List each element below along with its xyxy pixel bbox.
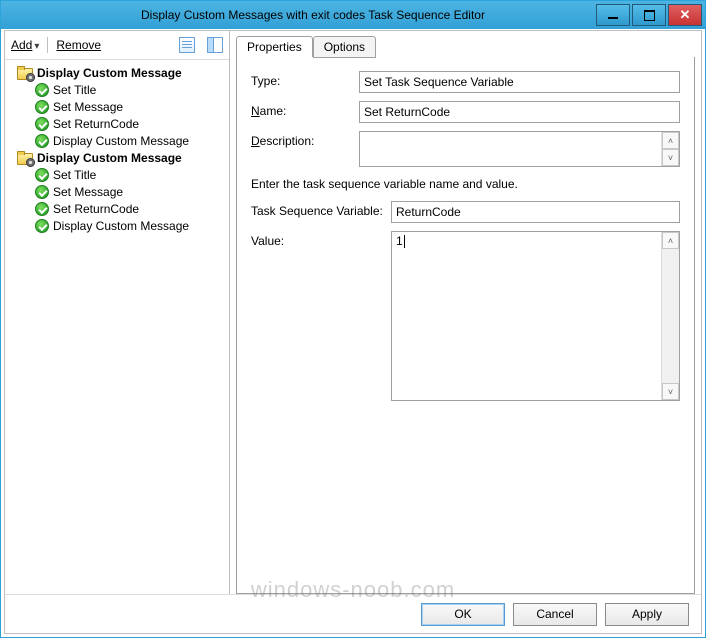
remove-button[interactable]: Remove (56, 38, 101, 52)
tree-node[interactable]: Set Title (7, 166, 227, 183)
tree-node[interactable]: Display Custom Message (7, 149, 227, 166)
check-icon (35, 134, 49, 148)
variable-field[interactable] (391, 201, 680, 223)
maximize-icon (644, 10, 655, 21)
value-label: Value: (251, 231, 391, 248)
properties-panel: Type: Name: Description: (236, 57, 695, 594)
scroll-up-icon[interactable]: ˄ (662, 132, 679, 149)
tree-node[interactable]: Display Custom Message (7, 132, 227, 149)
tree-node[interactable]: Display Custom Message (7, 64, 227, 81)
task-sequence-tree[interactable]: Display Custom Message Set Title Set Messa… (5, 60, 229, 594)
window-title: Display Custom Messages with exit codes … (1, 1, 595, 29)
check-icon (35, 168, 49, 182)
tree-label: Set Message (53, 185, 123, 199)
tree-node[interactable]: Display Custom Message (7, 217, 227, 234)
tree-label: Display Custom Message (37, 66, 182, 80)
ok-button[interactable]: OK (421, 603, 505, 626)
close-button[interactable]: ✕ (668, 4, 702, 26)
name-label: Name: (251, 101, 359, 118)
tree-label: Display Custom Message (37, 151, 182, 165)
minimize-button[interactable] (596, 4, 630, 26)
check-icon (35, 185, 49, 199)
description-label: Description: (251, 131, 359, 148)
tree-node[interactable]: Set ReturnCode (7, 200, 227, 217)
editor-window: Display Custom Messages with exit codes … (0, 0, 706, 638)
tab-properties[interactable]: Properties (236, 36, 313, 57)
scroll-down-icon[interactable]: ˅ (662, 149, 679, 166)
tree-node[interactable]: Set Message (7, 183, 227, 200)
left-toolbar: Add▾ Remove (5, 31, 229, 60)
tree-label: Display Custom Message (53, 219, 189, 233)
tree-label: Set Title (53, 168, 96, 182)
minimize-icon (608, 17, 618, 19)
name-field[interactable] (359, 101, 680, 123)
client-area: Add▾ Remove Display Custom Message Set Ti… (4, 30, 702, 634)
value-scrollbar[interactable]: ˄ ˅ (661, 232, 679, 400)
left-pane: Add▾ Remove Display Custom Message Set Ti… (5, 31, 230, 594)
dropdown-icon: ▾ (34, 41, 39, 52)
add-menu[interactable]: Add▾ (11, 38, 39, 52)
toolbar-separator (47, 37, 48, 53)
check-icon (35, 202, 49, 216)
check-icon (35, 219, 49, 233)
dialog-button-bar: OK Cancel Apply (5, 594, 701, 633)
properties-icon[interactable] (179, 37, 195, 53)
type-field (359, 71, 680, 93)
cancel-button[interactable]: Cancel (513, 603, 597, 626)
panes-icon[interactable] (207, 37, 223, 53)
tree-label: Set ReturnCode (53, 117, 139, 131)
value-text: 1 (396, 234, 405, 248)
tree-node[interactable]: Set Message (7, 98, 227, 115)
tree-label: Set Message (53, 100, 123, 114)
tab-row: Properties Options (236, 35, 695, 57)
tree-node[interactable]: Set Title (7, 81, 227, 98)
check-icon (35, 117, 49, 131)
title-bar: Display Custom Messages with exit codes … (1, 1, 705, 29)
window-controls: ✕ (595, 1, 705, 29)
check-icon (35, 100, 49, 114)
folder-gear-icon (17, 66, 33, 80)
tree-label: Set Title (53, 83, 96, 97)
variable-label: Task Sequence Variable: (251, 201, 391, 218)
tree-label: Display Custom Message (53, 134, 189, 148)
maximize-button[interactable] (632, 4, 666, 26)
description-scrollbar[interactable]: ˄ ˅ (661, 132, 679, 166)
apply-button[interactable]: Apply (605, 603, 689, 626)
tree-node[interactable]: Set ReturnCode (7, 115, 227, 132)
value-field[interactable]: 1 ˄ ˅ (391, 231, 680, 401)
tree-label: Set ReturnCode (53, 202, 139, 216)
tab-options[interactable]: Options (313, 36, 376, 58)
close-icon: ✕ (680, 7, 691, 23)
workspace: Add▾ Remove Display Custom Message Set Ti… (5, 31, 701, 594)
type-label: Type: (251, 71, 359, 88)
check-icon (35, 83, 49, 97)
description-field[interactable]: ˄ ˅ (359, 131, 680, 167)
hint-text: Enter the task sequence variable name an… (251, 177, 680, 191)
scroll-down-icon[interactable]: ˅ (662, 383, 679, 400)
scroll-up-icon[interactable]: ˄ (662, 232, 679, 249)
folder-gear-icon (17, 151, 33, 165)
right-pane: Properties Options Type: Name: (230, 31, 701, 594)
